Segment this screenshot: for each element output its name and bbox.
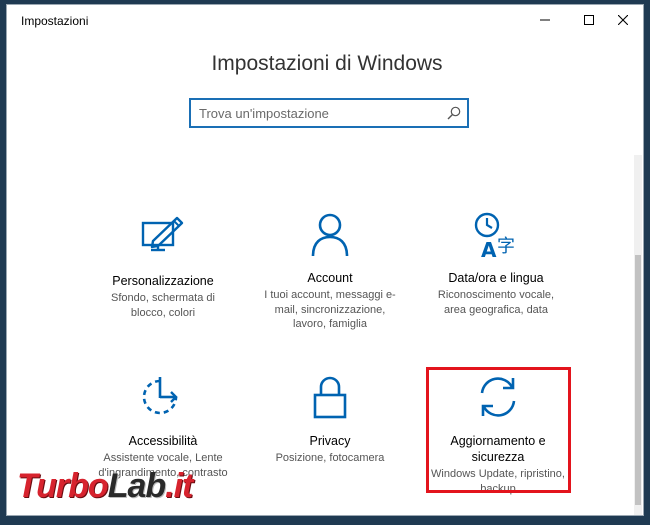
account-icon bbox=[311, 213, 349, 257]
svg-text:字: 字 bbox=[497, 236, 515, 257]
window-title: Impostazioni bbox=[21, 14, 89, 28]
minimize-icon bbox=[540, 19, 550, 21]
watermark-part: Turbo bbox=[17, 467, 109, 505]
svg-text:A: A bbox=[481, 238, 497, 260]
tile-name: Personalizzazione bbox=[112, 274, 214, 288]
minimize-button[interactable] bbox=[523, 5, 567, 35]
tile-privacy[interactable]: Privacy Posizione, fotocamera bbox=[250, 375, 410, 466]
settings-window: Impostazioni Impostazioni di Windows Tro… bbox=[6, 4, 644, 516]
title-bar[interactable]: Impostazioni bbox=[7, 5, 643, 35]
page-title: Impostazioni di Windows bbox=[211, 52, 443, 75]
tile-description: Windows Update, ripristino, backup bbox=[431, 468, 565, 495]
tile-name: Account bbox=[307, 271, 353, 285]
update-icon bbox=[480, 377, 516, 417]
tile-name: Privacy bbox=[309, 434, 351, 448]
search-box[interactable] bbox=[189, 98, 469, 128]
close-icon bbox=[618, 15, 628, 25]
tile-aggiornamento-sicurezza[interactable]: Aggiornamento e sicurezza Windows Update… bbox=[418, 375, 578, 496]
personalization-icon bbox=[141, 216, 184, 252]
tile-description: Riconoscimento vocale, area geografica, … bbox=[437, 289, 555, 316]
tile-description: I tuoi account, messaggi e-mail, sincron… bbox=[264, 289, 396, 330]
tile-description: Posizione, fotocamera bbox=[275, 452, 385, 464]
watermark-logo: TurboLab.it bbox=[17, 467, 193, 506]
scrollbar[interactable] bbox=[634, 155, 642, 515]
scrollbar-thumb[interactable] bbox=[635, 255, 641, 505]
tile-name: Accessibilità bbox=[128, 434, 198, 448]
close-button[interactable] bbox=[601, 5, 643, 35]
maximize-icon bbox=[584, 15, 594, 25]
tile-account[interactable]: Account I tuoi account, messaggi e-mail,… bbox=[250, 212, 410, 332]
tile-description: Sfondo, schermata di blocco, colori bbox=[111, 292, 215, 319]
accessibility-icon bbox=[142, 377, 178, 415]
tile-name: Aggiornamento e sicurezza bbox=[450, 434, 546, 464]
time-language-icon: A 字 bbox=[474, 212, 515, 260]
watermark-part: .it bbox=[165, 467, 193, 505]
tile-data-ora-lingua[interactable]: A 字 Data/ora e lingua Riconoscimento voc… bbox=[416, 212, 576, 317]
tile-name: Data/ora e lingua bbox=[448, 271, 544, 285]
tile-accessibilita[interactable]: Accessibilità Assistente vocale, Lente d… bbox=[83, 375, 243, 480]
search-icon[interactable] bbox=[447, 106, 461, 120]
lock-icon bbox=[313, 376, 347, 419]
watermark-part: Lab bbox=[107, 467, 166, 505]
search-input[interactable] bbox=[191, 100, 441, 126]
tile-personalizzazione[interactable]: Personalizzazione Sfondo, schermata di b… bbox=[83, 215, 243, 320]
